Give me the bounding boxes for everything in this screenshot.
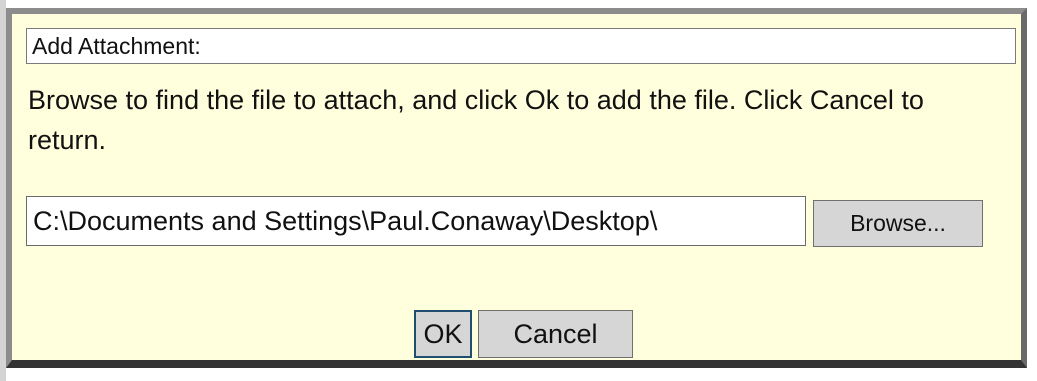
ok-button[interactable]: OK bbox=[414, 310, 472, 358]
dialog-title: Add Attachment: bbox=[26, 28, 1016, 64]
file-path-input[interactable]: C:\Documents and Settings\Paul.Conaway\D… bbox=[26, 196, 806, 246]
browse-button[interactable]: Browse... bbox=[813, 200, 983, 247]
instructions-text: Browse to find the file to attach, and c… bbox=[28, 85, 924, 155]
cancel-button[interactable]: Cancel bbox=[478, 310, 633, 358]
add-attachment-dialog: Add Attachment: Browse to find the file … bbox=[6, 8, 1027, 368]
